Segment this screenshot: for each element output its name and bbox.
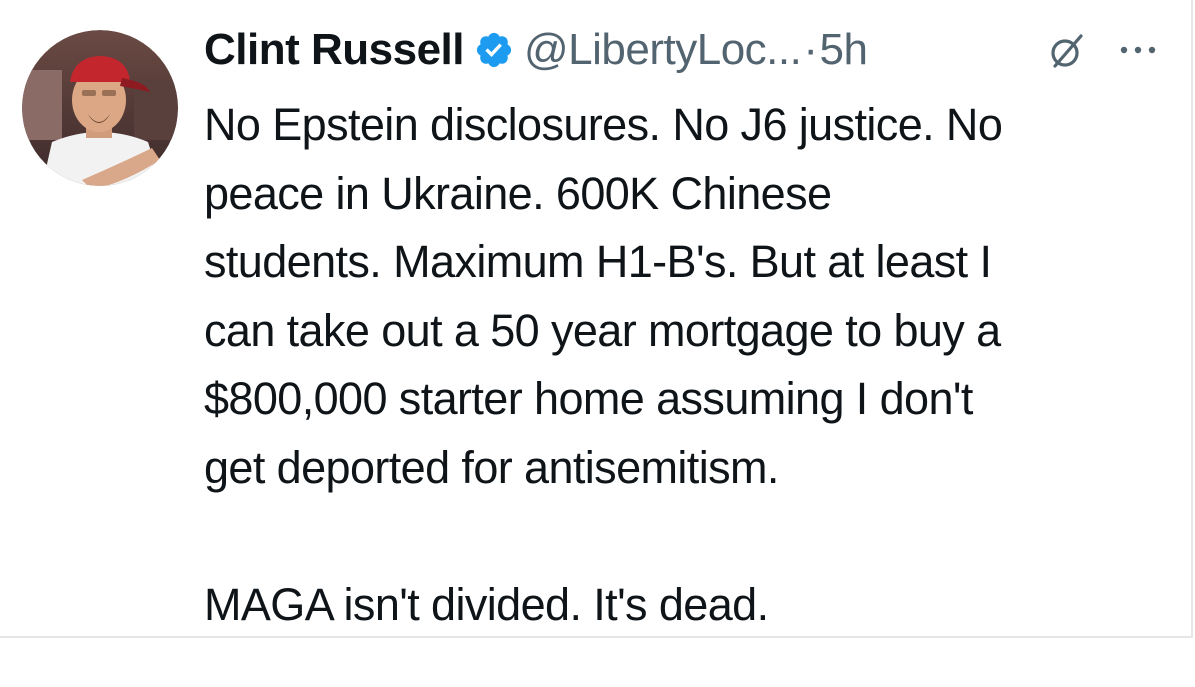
- avatar[interactable]: [22, 30, 178, 186]
- post-card[interactable]: Clint Russell @LibertyLoc... · 5h No Eps…: [0, 0, 1193, 638]
- post-text: No Epstein disclosures. No J6 justice. N…: [204, 91, 1184, 639]
- author-name[interactable]: Clint Russell: [204, 25, 465, 75]
- post-text-line: MAGA isn't divided. It's dead.: [204, 578, 769, 630]
- author-handle[interactable]: @LibertyLoc...: [524, 25, 802, 75]
- post-text-line: $800,000 starter home assuming I don't: [204, 373, 973, 424]
- more-options-icon[interactable]: [1112, 32, 1164, 68]
- separator-dot: ·: [803, 25, 818, 74]
- post-text-line: can take out a 50 year mortgage to buy a: [204, 304, 1001, 356]
- post-text-line: get deported for antisemitism.: [204, 441, 779, 493]
- post-header: Clint Russell @LibertyLoc... · 5h: [204, 22, 868, 78]
- post-text-line: students. Maximum H1-B's. But at least I: [204, 236, 992, 287]
- avatar-image: [22, 30, 178, 186]
- grok-icon[interactable]: [1046, 30, 1088, 72]
- post-text-line: No Epstein disclosures. No J6 justice. N…: [204, 99, 1003, 150]
- post-timestamp[interactable]: 5h: [820, 25, 868, 75]
- verified-badge-icon[interactable]: [474, 30, 514, 70]
- post-text-line: peace in Ukraine. 600K Chinese: [204, 167, 832, 219]
